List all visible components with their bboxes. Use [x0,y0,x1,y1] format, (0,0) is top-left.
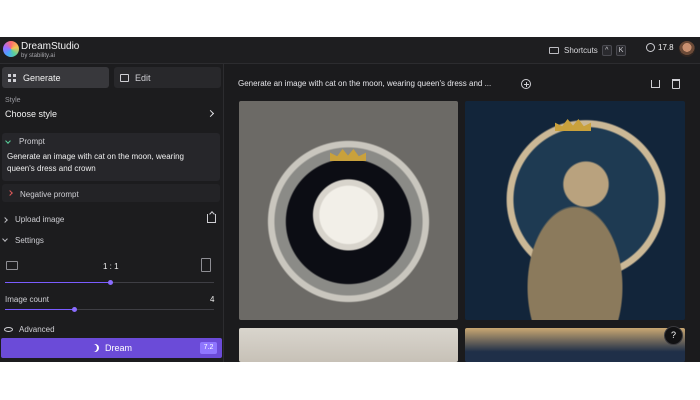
settings-label[interactable]: Settings [15,236,44,245]
image-count-slider-fill [5,309,74,310]
advanced-label[interactable]: Advanced [19,325,55,334]
credits-value: 17.8 [658,43,674,52]
crown-icon [555,119,591,131]
dream-label: Dream [104,343,132,353]
credits-icon [646,43,655,52]
top-bar: DreamStudio by stability.ai Shortcuts ^ … [0,37,700,64]
tab-edit[interactable]: Edit [114,67,221,88]
shortcut-key-ctrl: ^ [601,44,612,56]
app-name: DreamStudio [21,41,80,52]
generated-image-2[interactable] [465,101,685,320]
tab-generate[interactable]: Generate [2,67,109,88]
generated-image-1[interactable] [239,101,458,320]
avatar[interactable] [679,41,695,57]
edit-icon [120,73,129,82]
image-count-slider-thumb[interactable] [72,307,77,312]
generated-image-4[interactable] [465,328,685,362]
trash-icon[interactable] [672,79,680,89]
dream-cost-badge: 7.2 [200,342,217,354]
style-select[interactable]: Choose style [5,109,57,119]
negative-prompt-label: Negative prompt [20,190,79,199]
image-count-label: Image count [5,295,50,304]
moon-icon [91,344,99,352]
aspect-ratio-slider-thumb[interactable] [108,280,113,285]
grid-icon [8,73,17,82]
prompt-input[interactable]: Generate an image with cat on the moon, … [7,151,212,175]
tab-edit-label: Edit [135,72,151,83]
credits-badge[interactable]: 17.8 [646,43,674,52]
upload-image-label[interactable]: Upload image [15,215,64,224]
app-subtitle: by stability.ai [21,53,55,59]
shortcut-key-k: K [615,44,627,56]
eye-icon [4,327,13,332]
crown-icon [330,149,366,161]
help-button[interactable]: ? [664,326,683,345]
prompt-title: Generate an image with cat on the moon, … [238,79,492,88]
upload-icon[interactable] [207,214,216,223]
image-count-value: 4 [210,295,215,304]
add-icon[interactable] [521,79,531,89]
shortcuts-button[interactable]: Shortcuts ^ K [549,43,627,57]
keyboard-icon [549,46,559,54]
portrait-aspect-icon[interactable] [201,258,211,272]
dreamstudio-logo-icon[interactable] [3,41,19,57]
download-icon[interactable] [651,80,660,88]
shortcuts-label: Shortcuts [564,45,598,55]
dream-button[interactable]: Dream [1,338,222,358]
generated-image-3[interactable] [239,328,458,362]
aspect-ratio-slider-fill [5,282,110,283]
landscape-aspect-icon[interactable] [6,261,18,270]
tab-generate-label: Generate [23,72,61,83]
style-label: Style [5,97,21,104]
aspect-ratio-value: 1 : 1 [103,262,119,271]
prompt-label: Prompt [19,137,45,146]
